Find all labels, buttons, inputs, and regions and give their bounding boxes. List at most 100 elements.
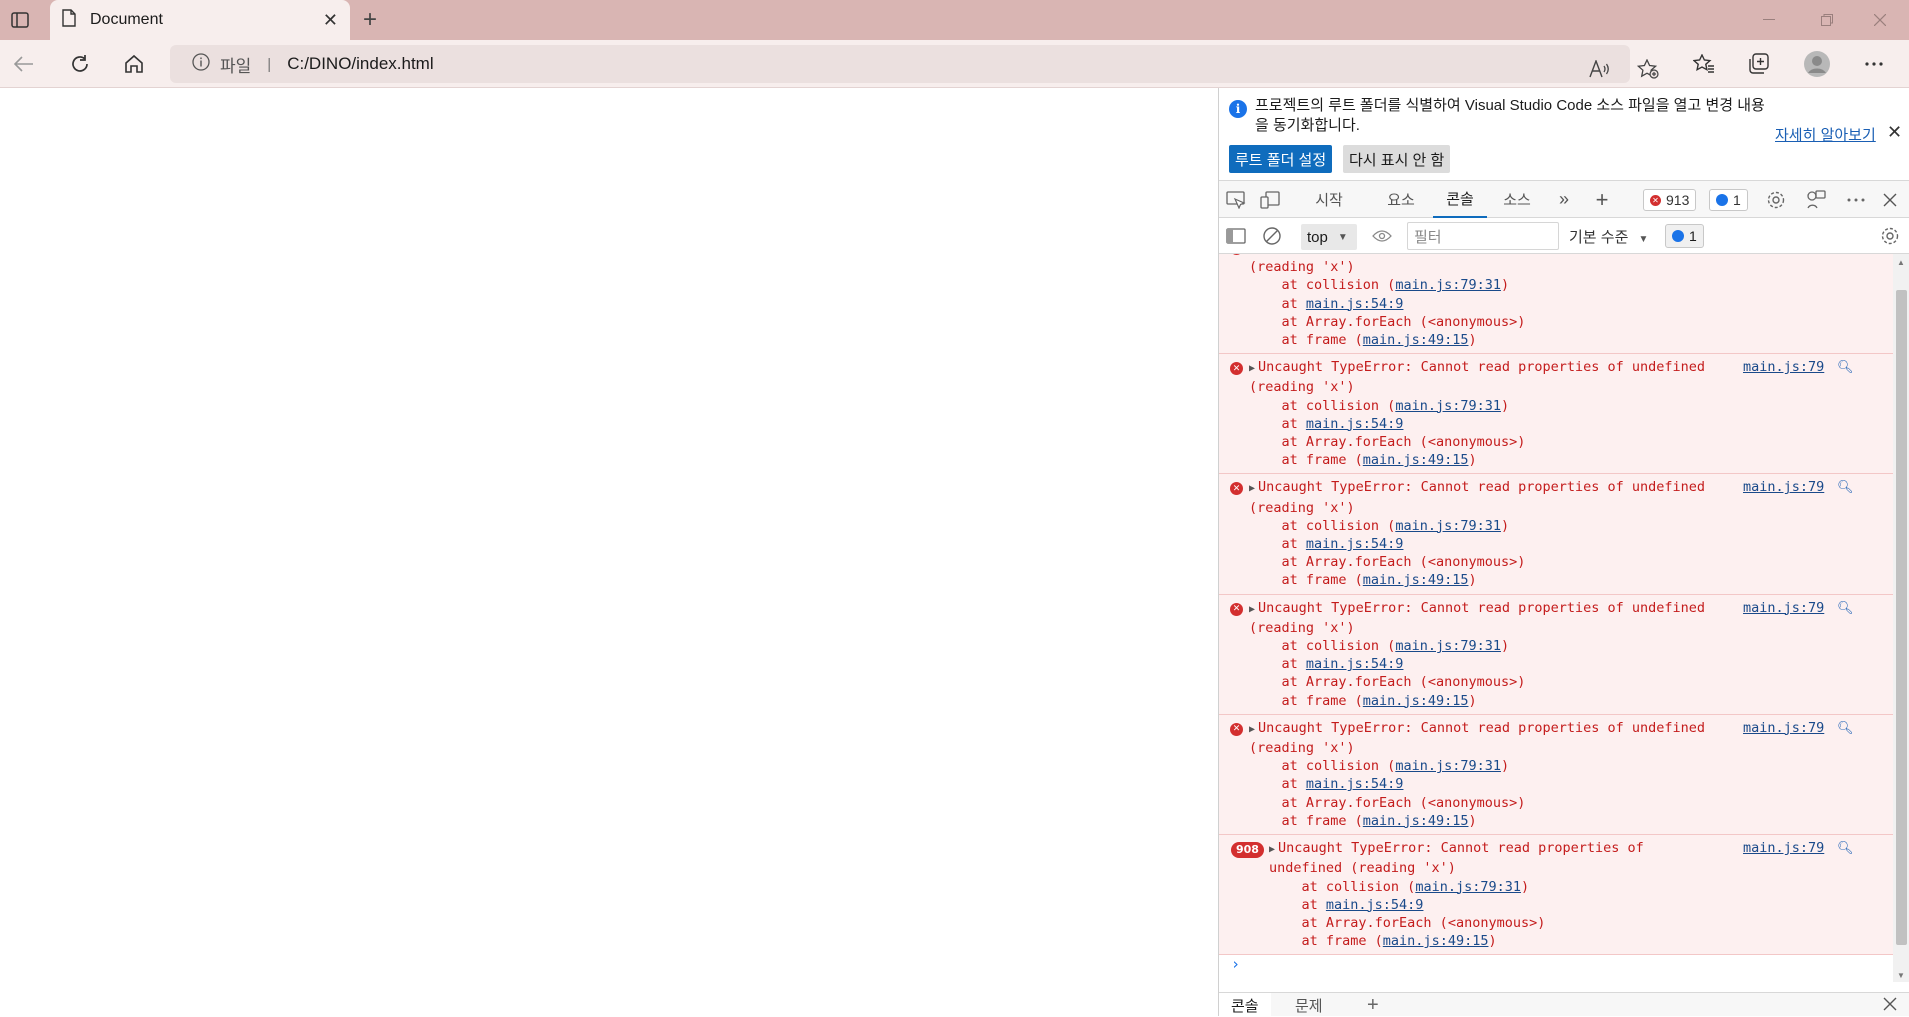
console-error-entry[interactable]: ✕ ▶Uncaught TypeError: Cannot read prope…	[1219, 254, 1893, 355]
scroll-down-icon[interactable]: ▼	[1897, 971, 1905, 980]
message-count-badge[interactable]: 1	[1709, 189, 1748, 211]
favorites-icon[interactable]	[1686, 46, 1722, 82]
search-icon[interactable]: 🔍︎	[1837, 479, 1854, 497]
feedback-icon[interactable]	[1803, 187, 1829, 213]
trace-link[interactable]: main.js:54:9	[1326, 897, 1424, 913]
expand-triangle-icon[interactable]: ▶	[1249, 254, 1255, 258]
trace-link[interactable]: main.js:49:15	[1363, 452, 1469, 468]
trace-link[interactable]: main.js:54:9	[1306, 416, 1404, 432]
console-prompt[interactable]: ›	[1219, 955, 1893, 981]
source-link[interactable]: main.js:79	[1743, 719, 1824, 737]
error-count-badge[interactable]: ✕ 913	[1643, 189, 1697, 211]
close-devtools-icon[interactable]	[1877, 187, 1903, 213]
tab-actions-icon[interactable]	[6, 6, 34, 34]
expand-triangle-icon[interactable]: ▶	[1249, 480, 1255, 498]
refresh-icon[interactable]	[62, 46, 98, 82]
trace-link[interactable]: main.js:54:9	[1306, 536, 1404, 552]
trace-link[interactable]: main.js:54:9	[1306, 776, 1404, 792]
scroll-up-icon[interactable]: ▲	[1897, 258, 1905, 267]
console-error-group-entry[interactable]: 908 ▶ Uncaught TypeError: Cannot read pro…	[1219, 835, 1893, 956]
drawer-tab-issues[interactable]: 문제	[1283, 993, 1335, 1017]
console-error-entry[interactable]: ✕ ▶Uncaught TypeError: Cannot read prope…	[1219, 714, 1893, 836]
minimize-icon[interactable]	[1740, 0, 1798, 40]
trace-link[interactable]: main.js:54:9	[1306, 296, 1404, 312]
console-prompt-row[interactable]: ›	[1219, 955, 1893, 981]
trace-link[interactable]: main.js:49:15	[1363, 813, 1469, 829]
learn-more-link[interactable]: 자세히 알아보기	[1775, 124, 1876, 145]
console-error-entry[interactable]: ✕ ▶Uncaught TypeError: Cannot read prope…	[1219, 594, 1893, 715]
clear-console-icon[interactable]	[1259, 223, 1285, 249]
trace-link[interactable]: main.js:49:15	[1363, 572, 1469, 588]
add-favorite-icon[interactable]	[1633, 54, 1663, 84]
trace-link[interactable]: main.js:79:31	[1395, 758, 1501, 774]
tab-welcome[interactable]: 시작	[1299, 181, 1359, 218]
drawer-add-tab-icon[interactable]: +	[1355, 993, 1391, 1017]
trace-link[interactable]: main.js:79:31	[1395, 398, 1501, 414]
home-icon[interactable]	[116, 46, 152, 82]
expand-triangle-icon[interactable]: ▶	[1249, 601, 1255, 619]
back-arrow-icon[interactable]	[6, 46, 42, 82]
drawer-tab-console[interactable]: 콘솔	[1219, 993, 1271, 1017]
search-icon[interactable]: 🔍︎	[1837, 720, 1854, 738]
trace-text: at frame (	[1281, 572, 1363, 589]
sidebar-toggle-icon[interactable]	[1223, 223, 1249, 249]
context-selector[interactable]: top ▼	[1301, 224, 1357, 250]
read-aloud-icon[interactable]	[1585, 54, 1615, 84]
settings-gear-icon[interactable]	[1763, 187, 1789, 213]
more-options-icon[interactable]	[1856, 46, 1892, 82]
set-root-folder-button[interactable]: 루트 폴더 설정	[1229, 145, 1333, 173]
restore-icon[interactable]	[1798, 0, 1856, 40]
close-tab-icon[interactable]: ✕	[323, 10, 338, 31]
console-error-entry[interactable]: ✕ ▶Uncaught TypeError: Cannot read prope…	[1219, 354, 1893, 475]
tab-sources[interactable]: 소스	[1495, 181, 1539, 218]
trace-link[interactable]: main.js:79:31	[1395, 277, 1501, 293]
console-scrollbar[interactable]: ▲ ▼	[1893, 254, 1909, 982]
add-tab-icon[interactable]: +	[1587, 181, 1617, 218]
collections-icon[interactable]	[1741, 46, 1777, 82]
trace-text: )	[1468, 452, 1477, 469]
filter-input[interactable]: 필터	[1407, 222, 1559, 250]
source-link[interactable]: main.js:79	[1743, 358, 1824, 376]
close-window-icon[interactable]	[1851, 0, 1909, 40]
trace-link[interactable]: main.js:49:15	[1383, 933, 1489, 949]
console-error-entry[interactable]: ✕ ▶Uncaught TypeError: Cannot read prope…	[1219, 474, 1893, 595]
search-icon[interactable]: 🔍︎	[1837, 840, 1854, 858]
more-tabs-icon[interactable]: »	[1549, 181, 1579, 218]
trace-link[interactable]: main.js:49:15	[1363, 332, 1469, 348]
scrollbar-thumb[interactable]	[1896, 290, 1907, 945]
close-infobar-icon[interactable]: ✕	[1887, 122, 1902, 143]
trace-link[interactable]: main.js:49:15	[1363, 693, 1469, 709]
url-text[interactable]: C:/DINO/index.html	[287, 54, 433, 74]
device-emulation-icon[interactable]	[1257, 187, 1283, 213]
customize-menu-icon[interactable]	[1843, 187, 1869, 213]
source-link[interactable]: main.js:79	[1743, 478, 1824, 496]
inspect-element-icon[interactable]	[1223, 187, 1249, 213]
expand-triangle-icon[interactable]: ▶	[1269, 841, 1275, 859]
trace-link[interactable]: main.js:79:31	[1395, 638, 1501, 654]
trace-link[interactable]: main.js:79:31	[1415, 879, 1521, 895]
browser-tab[interactable]: Document ✕	[50, 0, 350, 40]
close-drawer-icon[interactable]	[1883, 997, 1897, 1015]
new-tab-button[interactable]: +	[354, 6, 386, 34]
console-message-badge[interactable]: 1	[1665, 224, 1704, 248]
console-settings-gear-icon[interactable]	[1877, 223, 1903, 249]
search-icon[interactable]: 🔍︎	[1837, 254, 1854, 257]
expand-triangle-icon[interactable]: ▶	[1249, 360, 1255, 378]
search-icon[interactable]: 🔍︎	[1837, 600, 1854, 618]
dont-show-again-button[interactable]: 다시 표시 안 함	[1343, 145, 1451, 173]
log-level-dropdown[interactable]: 기본 수준 ▼	[1569, 226, 1648, 247]
live-expression-eye-icon[interactable]	[1369, 223, 1395, 249]
tab-console[interactable]: 콘솔	[1433, 181, 1487, 218]
expand-triangle-icon[interactable]: ▶	[1249, 721, 1255, 739]
search-icon[interactable]: 🔍︎	[1837, 359, 1854, 377]
info-circle-icon[interactable]	[192, 53, 210, 75]
tab-elements[interactable]: 요소	[1379, 181, 1423, 218]
source-link[interactable]: main.js:79	[1743, 254, 1824, 256]
trace-link[interactable]: main.js:54:9	[1306, 656, 1404, 672]
address-bar[interactable]: 파일 | C:/DINO/index.html	[170, 45, 1659, 84]
source-link[interactable]: main.js:79	[1743, 599, 1824, 617]
source-link[interactable]: main.js:79	[1743, 839, 1824, 857]
trace-text: at frame (	[1281, 452, 1363, 469]
trace-link[interactable]: main.js:79:31	[1395, 518, 1501, 534]
profile-avatar-icon[interactable]	[1799, 46, 1835, 82]
